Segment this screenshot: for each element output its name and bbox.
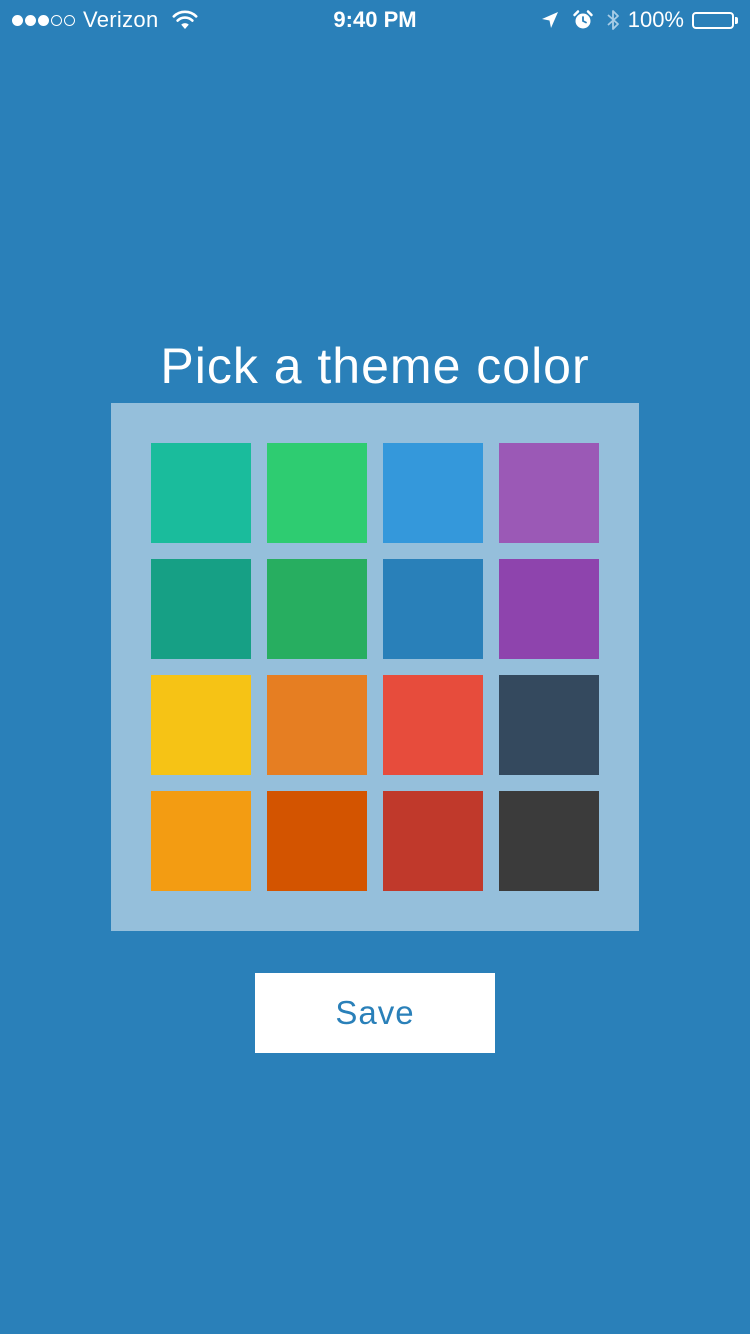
color-swatch-emerald[interactable] [267,443,367,543]
color-swatch-wisteria[interactable] [499,559,599,659]
color-swatch-nephritis[interactable] [267,559,367,659]
page-title: Pick a theme color [160,338,590,394]
color-swatch-wet-asphalt[interactable] [499,675,599,775]
color-swatch-turquoise[interactable] [151,443,251,543]
swatch-grid [151,443,599,891]
color-swatch-charcoal[interactable] [499,791,599,891]
color-swatch-green-sea[interactable] [151,559,251,659]
color-swatch-belize-hole[interactable] [383,559,483,659]
alarm-clock-icon [572,9,594,31]
battery-icon [692,11,738,29]
color-swatch-pomegranate[interactable] [383,791,483,891]
color-palette-panel [111,403,639,931]
location-arrow-icon [540,10,560,30]
status-right: 100% [540,6,738,34]
color-swatch-pumpkin[interactable] [267,791,367,891]
color-swatch-amethyst[interactable] [499,443,599,543]
battery-percent: 100% [627,7,684,32]
save-button[interactable]: Save [255,973,495,1053]
color-swatch-orange[interactable] [151,791,251,891]
color-swatch-carrot[interactable] [267,675,367,775]
bluetooth-icon [606,8,620,32]
color-swatch-alizarin[interactable] [383,675,483,775]
color-swatch-peter-river[interactable] [383,443,483,543]
status-bar: Verizon 9:40 PM 100% [0,0,750,40]
color-swatch-sunflower[interactable] [151,675,251,775]
